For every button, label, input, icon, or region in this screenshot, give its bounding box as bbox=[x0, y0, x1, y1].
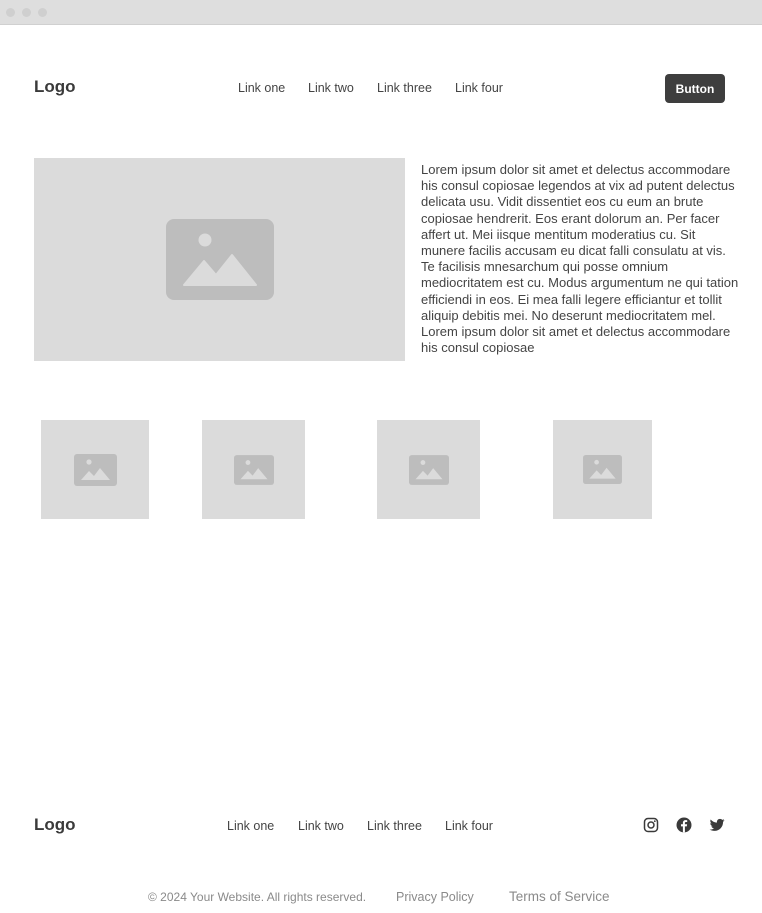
privacy-policy-link[interactable]: Privacy Policy bbox=[396, 890, 474, 904]
footer-link-one[interactable]: Link one bbox=[227, 819, 274, 833]
instagram-icon[interactable] bbox=[643, 817, 659, 833]
gallery-image-1 bbox=[41, 420, 149, 519]
nav-link-one[interactable]: Link one bbox=[238, 81, 285, 95]
twitter-icon[interactable] bbox=[709, 817, 725, 833]
image-placeholder-icon bbox=[233, 454, 274, 485]
footer-link-four[interactable]: Link four bbox=[445, 819, 493, 833]
nav-link-three[interactable]: Link three bbox=[377, 81, 432, 95]
terms-of-service-link[interactable]: Terms of Service bbox=[509, 889, 610, 904]
window-titlebar bbox=[0, 0, 762, 25]
copyright-text: © 2024 Your Website. All rights reserved… bbox=[148, 890, 367, 904]
window-maximize-dot[interactable] bbox=[38, 8, 47, 17]
gallery-image-2 bbox=[202, 420, 305, 519]
nav-link-two[interactable]: Link two bbox=[308, 81, 354, 95]
hero-paragraph: Lorem ipsum dolor sit amet et delectus a… bbox=[421, 162, 739, 356]
image-placeholder-icon bbox=[408, 454, 449, 485]
image-placeholder-icon bbox=[73, 453, 117, 486]
image-placeholder-icon bbox=[583, 455, 622, 484]
window-minimize-dot[interactable] bbox=[22, 8, 31, 17]
footer-link-three[interactable]: Link three bbox=[367, 819, 422, 833]
hero-image bbox=[34, 158, 405, 361]
window-close-dot[interactable] bbox=[6, 8, 15, 17]
gallery-image-3 bbox=[377, 420, 480, 519]
gallery-image-4 bbox=[553, 420, 652, 519]
header-logo[interactable]: Logo bbox=[34, 77, 76, 97]
image-placeholder-icon bbox=[165, 219, 274, 300]
footer-link-two[interactable]: Link two bbox=[298, 819, 344, 833]
header-cta-button[interactable]: Button bbox=[665, 74, 725, 103]
nav-link-four[interactable]: Link four bbox=[455, 81, 503, 95]
facebook-icon[interactable] bbox=[676, 817, 692, 833]
footer-logo[interactable]: Logo bbox=[34, 815, 76, 835]
